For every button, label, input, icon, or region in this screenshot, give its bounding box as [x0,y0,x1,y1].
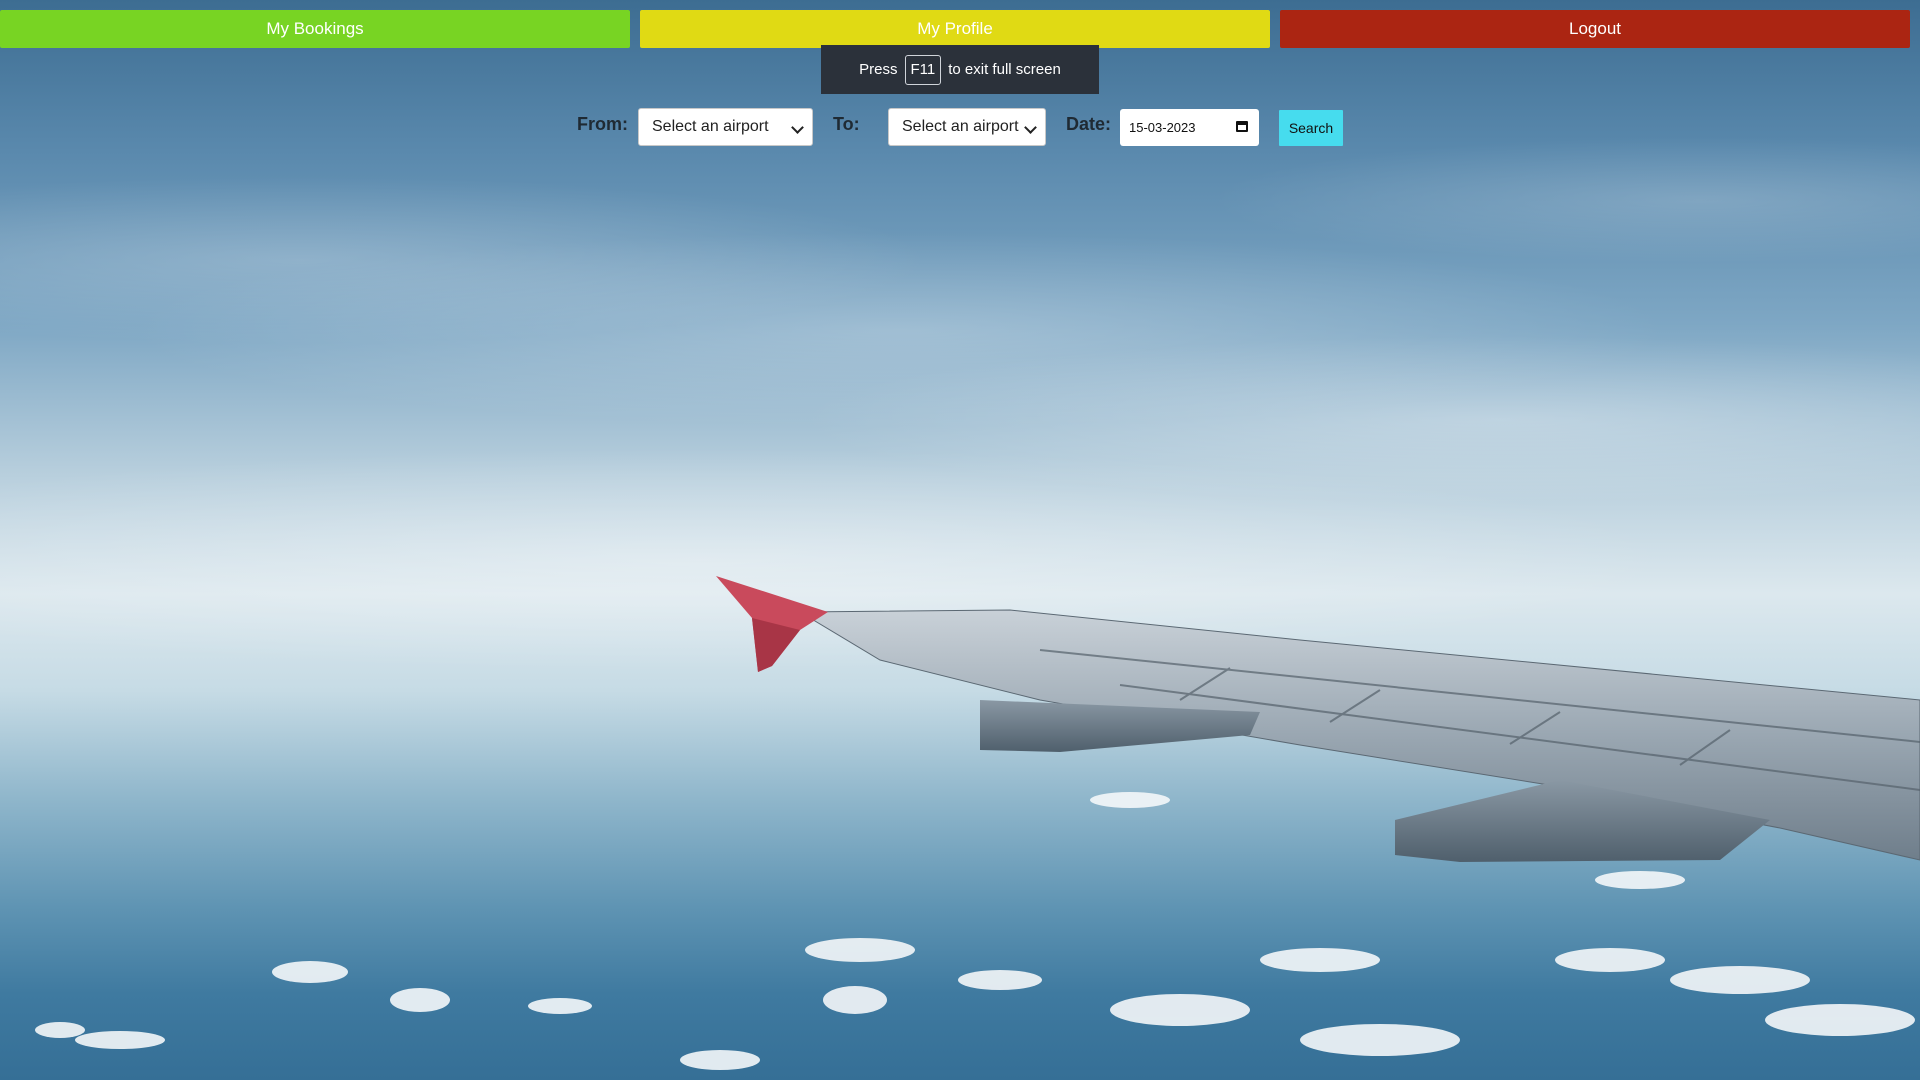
date-value: 15-03-2023 [1129,120,1196,135]
from-airport-select[interactable]: Select an airport [638,108,813,146]
fullscreen-notice-suffix: to exit full screen [948,61,1061,78]
my-bookings-button[interactable]: My Bookings [0,10,630,48]
calendar-icon[interactable] [1236,121,1248,132]
from-label: From: [577,114,628,134]
to-airport-value: Select an airport [902,118,1019,135]
to-label: To: [833,114,860,134]
fullscreen-notice-prefix: Press [859,61,898,78]
from-airport-value: Select an airport [652,118,769,135]
chevron-down-icon [791,121,804,134]
airplane-wing-image [35,576,1920,1070]
top-nav: My Bookings My Profile Logout [0,10,1910,48]
f11-key: F11 [904,54,942,85]
date-label: Date: [1066,114,1112,134]
to-airport-select[interactable]: Select an airport [888,108,1046,146]
logout-button[interactable]: Logout [1280,10,1910,48]
flight-search-form: From: Select an airport To: Select an ai… [0,108,1920,148]
date-input[interactable]: 15-03-2023 [1120,109,1259,146]
my-profile-button[interactable]: My Profile [640,10,1270,48]
search-button[interactable]: Search [1279,110,1343,146]
page: My Bookings My Profile Logout Press F11 … [0,0,1920,1080]
fullscreen-notice: Press F11 to exit full screen [821,45,1099,94]
chevron-down-icon [1024,121,1037,134]
